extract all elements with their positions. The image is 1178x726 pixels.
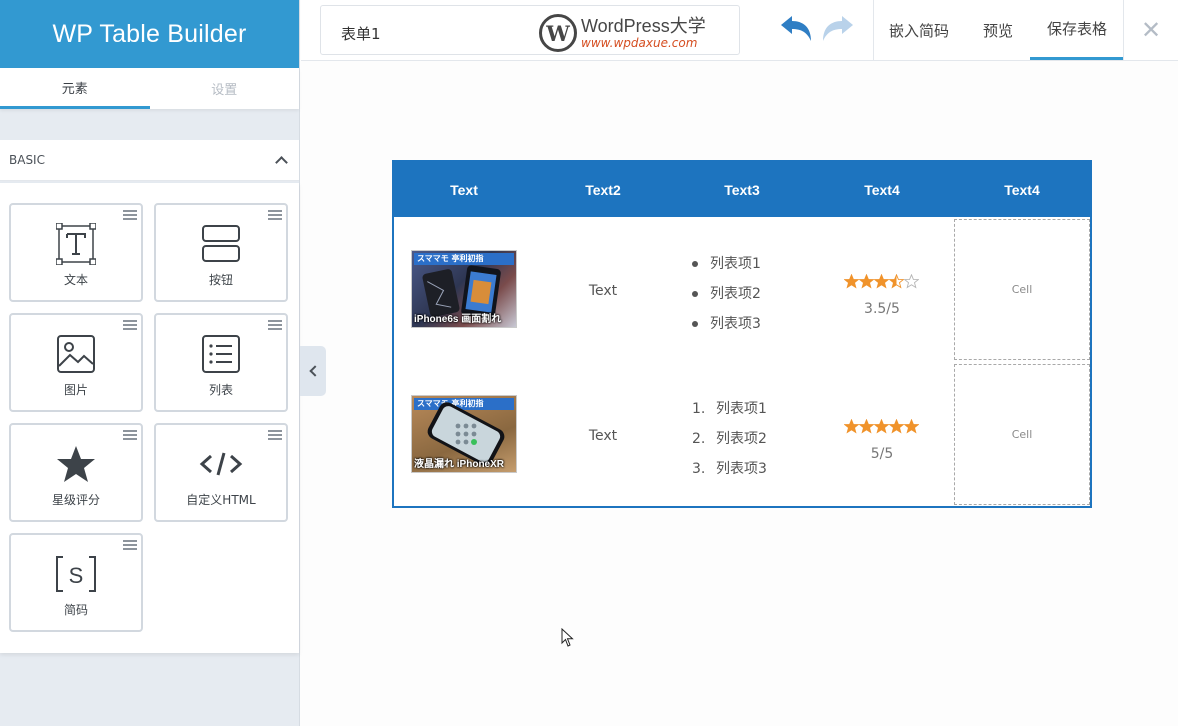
header-cell[interactable]: Text2 [533,162,673,217]
table-header-row: Text Text2 Text3 Text4 Text4 [394,162,1090,217]
list-item: 2. 列表项2 [692,431,767,447]
header-cell[interactable]: Text [394,162,534,217]
preview-button[interactable]: 预览 [983,0,1013,60]
undo-icon[interactable] [779,15,813,43]
row-image[interactable]: スママモ 亭利初指 iPhone6s 画面割れ [411,250,517,328]
list-item: 列表项1 [692,249,761,279]
save-table-button[interactable]: 保存表格 [1030,0,1124,60]
watermark-url: www.wpdaxue.com [581,36,698,50]
header-cell[interactable]: Text4 [812,162,952,217]
star-icon [859,274,874,289]
tab-elements[interactable]: 元素 [0,68,150,109]
element-image[interactable]: 图片 [9,313,143,412]
drag-handle-icon[interactable] [123,320,137,330]
watermark-title: WordPress大学 [581,16,706,36]
sidebar-tabs: 元素 设置 [0,68,299,109]
elements-panel: 文本 按钮 图片 列表 星级评分 自定义HTML S 简码 [0,183,299,653]
bullet-icon [692,321,698,327]
element-label: 自定义HTML [186,493,256,507]
toolbar-divider [873,0,874,60]
drag-handle-icon[interactable] [123,210,137,220]
rating-label: 5/5 [870,446,894,462]
section-label: BASIC [9,153,45,167]
bullet-icon [692,261,698,267]
numbered-list[interactable]: 1. 列表项1 2. 列表项2 3. 列表项3 [692,394,767,484]
watermark-logo: W WordPress大学 www.wpdaxue.com [539,14,706,52]
element-list[interactable]: 列表 [154,313,288,412]
close-icon[interactable]: ✕ [1123,0,1178,60]
element-label: 文本 [63,273,88,287]
drag-handle-icon[interactable] [123,540,137,550]
redo-icon[interactable] [821,15,855,43]
star-icon [859,419,874,434]
basic-section-header[interactable]: BASIC [0,140,299,181]
rating-label: 3.5/5 [864,301,900,317]
list-item: 列表项2 [692,279,761,309]
element-label: 按钮 [208,273,233,287]
wordpress-logo-icon: W [539,14,577,52]
table-preview: Text Text2 Text3 Text4 Text4 スママモ 亭利初指 i… [392,160,1092,508]
element-label: 图片 [63,383,88,397]
star-icon [874,274,889,289]
star-rating-icon [11,443,141,485]
drag-handle-icon[interactable] [268,430,282,440]
text-cell[interactable]: Text [533,364,673,508]
app-root: WP Table Builder 元素 设置 BASIC 文本 按钮 图片 列表… [0,0,1178,726]
drag-handle-icon[interactable] [123,430,137,440]
text-cell[interactable]: Text [533,219,673,363]
row-image[interactable]: スママモ 亭利初指 液晶漏れ iPhoneXR [411,395,517,473]
element-custom-html[interactable]: 自定义HTML [154,423,288,522]
text-icon [11,223,141,265]
element-text[interactable]: 文本 [9,203,143,302]
code-icon [156,443,286,485]
header-cell[interactable]: Text4 [952,162,1092,217]
star-icon [904,419,919,434]
collapse-sidebar-button[interactable] [300,346,326,396]
header-cell[interactable]: Text3 [672,162,812,217]
star-icon [844,419,859,434]
star-icon [889,419,904,434]
element-label: 星级评分 [51,493,100,507]
empty-cell[interactable]: Cell [954,219,1090,360]
list-item: 1. 列表项1 [692,401,767,417]
star-rating[interactable] [844,274,919,289]
chevron-up-icon [275,154,287,166]
drag-handle-icon[interactable] [268,320,282,330]
table-title-text: 表单1 [341,25,381,43]
empty-cell[interactable]: Cell [954,364,1090,505]
list-icon [156,333,286,375]
brand-title: WP Table Builder [0,0,299,68]
star-icon [874,419,889,434]
star-icon [904,274,919,289]
star-icon [844,274,859,289]
list-item: 3. 列表项3 [692,461,767,477]
mouse-cursor-icon [561,627,575,652]
element-label: 简码 [63,603,88,617]
sidebar: WP Table Builder 元素 设置 BASIC 文本 按钮 图片 列表… [0,0,300,726]
tab-settings[interactable]: 设置 [150,68,300,109]
drag-handle-icon[interactable] [268,210,282,220]
bullet-list[interactable]: 列表项1 列表项2 列表项3 [692,249,761,339]
element-star-rating[interactable]: 星级评分 [9,423,143,522]
button-icon [156,223,286,265]
top-bar: 表单1 W WordPress大学 www.wpdaxue.com 嵌入简码 预… [301,0,1178,61]
svg-text:S: S [69,563,84,588]
image-icon [11,333,141,375]
image-caption: 液晶漏れ iPhoneXR [414,459,505,470]
element-button[interactable]: 按钮 [154,203,288,302]
image-caption: iPhone6s 画面割れ [414,314,502,325]
chevron-left-icon [308,365,321,377]
star-icon [889,274,904,289]
shortcode-icon: S [11,553,141,595]
element-label: 列表 [208,383,233,397]
list-item: 列表项3 [692,309,761,339]
table-title-field[interactable]: 表单1 W WordPress大学 www.wpdaxue.com [320,5,740,55]
embed-shortcode-button[interactable]: 嵌入简码 [889,0,949,60]
element-shortcode[interactable]: S 简码 [9,533,143,632]
star-rating[interactable] [844,419,919,434]
bullet-icon [692,291,698,297]
